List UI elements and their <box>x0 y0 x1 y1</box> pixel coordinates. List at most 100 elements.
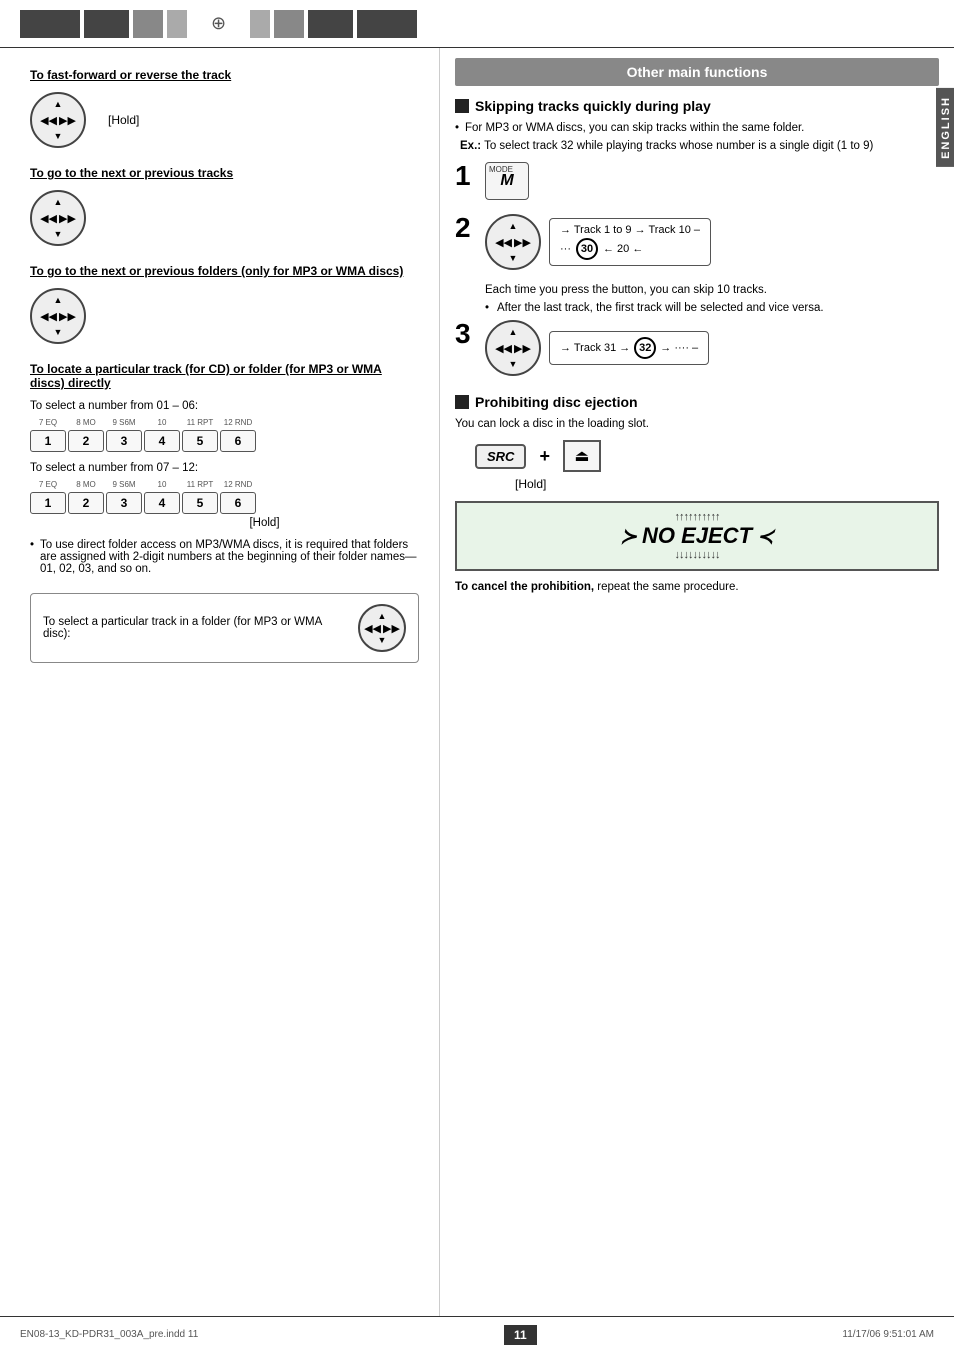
arrow-down-3-icon: ▼ <box>54 327 63 337</box>
arrow-right-info-icon: ▶▶ <box>383 622 400 635</box>
num-keys-row-2: 1 2 3 4 5 6 <box>30 492 419 514</box>
key-label-8: 8 MO <box>68 480 104 489</box>
track-diagram-step2: → Track 1 to 9 → Track 10 – ··· 30 ← 20 … <box>549 218 711 266</box>
content-area: To fast-forward or reverse the track ▲ ▼… <box>0 48 954 1316</box>
arrow-up-icon: ▲ <box>54 99 63 109</box>
key-label-5: 11 RPT <box>182 418 218 427</box>
nav-circle-np: ▲ ▼ ◀◀ ▶▶ <box>30 190 86 246</box>
track-30-circle: 30 <box>576 238 598 260</box>
track-31-label: → Track 31 → <box>560 342 630 354</box>
track-arrow-back: ← 20 ← <box>603 243 643 255</box>
step-2-number: 2 <box>455 214 475 242</box>
num-keys-labels-2: 7 EQ 8 MO 9 S6M 10 11 RPT 12 RND <box>30 480 419 489</box>
key-label-4: 10 <box>144 418 180 427</box>
hold-label-eject: [Hold] <box>515 477 939 491</box>
key-6[interactable]: 6 <box>220 430 256 452</box>
heading-next-prev: To go to the next or previous tracks <box>30 166 419 180</box>
black-square-icon <box>455 99 469 113</box>
key-2[interactable]: 2 <box>68 430 104 452</box>
arrow-right-s2-icon: ▶▶ <box>514 236 531 249</box>
step-3-row: 3 ▲ ▼ ◀◀ ▶▶ → Track 31 → <box>455 320 939 376</box>
hold-label-ff: [Hold] <box>108 113 139 127</box>
track-32-circle: 32 <box>634 337 656 359</box>
step-2-row: 2 ▲ ▼ ◀◀ ▶▶ → Track 1 to 9 → <box>455 214 939 270</box>
section-folders: To go to the next or previous folders (o… <box>30 264 419 344</box>
heading-fast-forward: To fast-forward or reverse the track <box>30 68 419 82</box>
arrow-down-info-icon: ▼ <box>378 635 387 645</box>
nav-circle-info: ▲ ▼ ◀◀ ▶▶ <box>358 604 406 652</box>
arrow-left-s3-icon: ◀◀ <box>495 342 512 355</box>
section-fast-forward: To fast-forward or reverse the track ▲ ▼… <box>30 68 419 148</box>
step-1-row: 1 MODE M <box>455 162 939 200</box>
no-eject-arrows-bottom: ↓↓↓↓↓↓↓↓↓↓ <box>472 549 922 561</box>
arrow-left-icon: ◀◀ <box>40 114 57 127</box>
key-6b[interactable]: 6 <box>220 492 256 514</box>
no-eject-box: ↑↑↑↑↑↑↑↑↑↑ ≻ NO EJECT ≺ ↓↓↓↓↓↓↓↓↓↓ <box>455 501 939 571</box>
key-5b[interactable]: 5 <box>182 492 218 514</box>
ex-description: To select track 32 while playing tracks … <box>484 140 873 152</box>
bullet-folder-access: To use direct folder access on MP3/WMA d… <box>30 539 419 575</box>
step-2-desc-1: Each time you press the button, you can … <box>485 284 939 296</box>
no-eject-text: ≻ NO EJECT ≺ <box>472 523 922 549</box>
section-next-prev: To go to the next or previous tracks ▲ ▼… <box>30 166 419 246</box>
other-functions-header: Other main functions <box>455 58 939 86</box>
arrow-up-s3-icon: ▲ <box>509 327 518 337</box>
step-2-desc-2: After the last track, the first track wi… <box>485 302 939 314</box>
key-label-2: 8 MO <box>68 418 104 427</box>
key-label-10: 10 <box>144 480 180 489</box>
eject-button[interactable]: ⏏ <box>563 440 601 472</box>
skipping-title: Skipping tracks quickly during play <box>475 98 711 114</box>
eject-title: Prohibiting disc ejection <box>475 394 638 410</box>
num-keys-row-1: 1 2 3 4 5 6 <box>30 430 419 452</box>
arrow-right-3-icon: ▶▶ <box>59 310 76 323</box>
arrow-down-s3-icon: ▼ <box>509 359 518 369</box>
key-2b[interactable]: 2 <box>68 492 104 514</box>
step-3-number: 3 <box>455 320 475 348</box>
arrow-up-3-icon: ▲ <box>54 295 63 305</box>
no-eject-left-arrow-icon: ≻ <box>620 524 637 549</box>
arrow-up-s2-icon: ▲ <box>509 221 518 231</box>
section-skipping: Skipping tracks quickly during play For … <box>455 98 939 376</box>
key-3b[interactable]: 3 <box>106 492 142 514</box>
mode-label: MODE <box>489 165 513 174</box>
top-bar-block-7 <box>308 10 353 38</box>
track-dots-2: → ···· – <box>660 342 698 354</box>
key-5[interactable]: 5 <box>182 430 218 452</box>
key-label-9: 9 S6M <box>106 480 142 489</box>
key-1b[interactable]: 1 <box>30 492 66 514</box>
skipping-header: Skipping tracks quickly during play <box>455 98 939 114</box>
step-1-number: 1 <box>455 162 475 190</box>
key-label-7: 7 EQ <box>30 480 66 489</box>
black-square-2-icon <box>455 395 469 409</box>
top-bar-block-5 <box>250 10 270 38</box>
ex-text: Ex.: To select track 32 while playing tr… <box>455 140 939 152</box>
key-label-11: 11 RPT <box>182 480 218 489</box>
mode-button[interactable]: MODE M <box>485 162 529 200</box>
bottom-bar: EN08-13_KD-PDR31_003A_pre.indd 11 11 11/… <box>0 1316 954 1352</box>
src-button[interactable]: SRC <box>475 444 526 469</box>
hold-label-keys: [Hold] <box>30 517 419 529</box>
top-bar-block-1 <box>20 10 80 38</box>
top-bar-right <box>250 10 417 38</box>
heading-folders: To go to the next or previous folders (o… <box>30 264 419 278</box>
key-3[interactable]: 3 <box>106 430 142 452</box>
inner-arrows-s3: ◀◀ ▶▶ <box>495 342 531 355</box>
mode-m-label: M <box>500 172 513 190</box>
key-label-6: 12 RND <box>220 418 256 427</box>
key-1[interactable]: 1 <box>30 430 66 452</box>
arrow-down-icon: ▼ <box>54 131 63 141</box>
footer-left: EN08-13_KD-PDR31_003A_pre.indd 11 <box>20 1329 198 1340</box>
footer-right: 11/17/06 9:51:01 AM <box>842 1329 934 1340</box>
cancel-text: To cancel the prohibition, repeat the sa… <box>455 581 939 593</box>
track-arrow-1: → Track 1 to 9 → Track 10 – <box>560 224 700 236</box>
arrow-left-3-icon: ◀◀ <box>40 310 57 323</box>
compass-top: ⊕ <box>211 13 226 34</box>
key-4[interactable]: 4 <box>144 430 180 452</box>
skipping-bullet: For MP3 or WMA discs, you can skip track… <box>455 122 939 134</box>
arrow-left-2-icon: ◀◀ <box>40 212 57 225</box>
key-4b[interactable]: 4 <box>144 492 180 514</box>
info-box-text: To select a particular track in a folder… <box>43 616 343 640</box>
arrow-down-2-icon: ▼ <box>54 229 63 239</box>
arrow-down-s2-icon: ▼ <box>509 253 518 263</box>
cancel-bold: To cancel the prohibition, <box>455 581 594 593</box>
